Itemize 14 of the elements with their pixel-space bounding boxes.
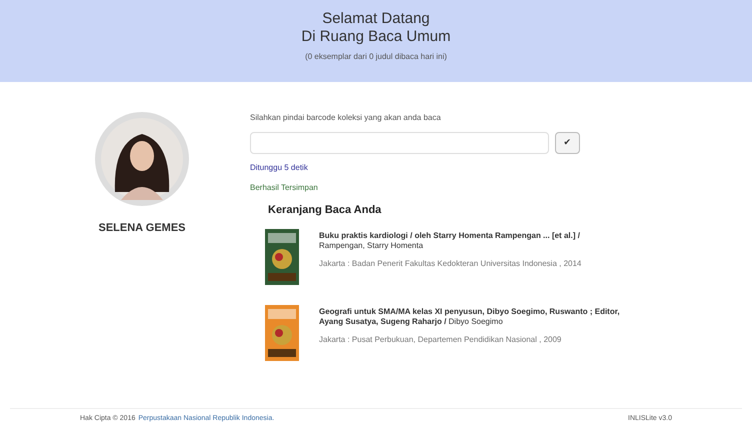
barcode-field[interactable] bbox=[250, 132, 549, 154]
saved-status: Berhasil Tersimpan bbox=[250, 182, 319, 194]
page-title: Di Ruang Baca Umum bbox=[301, 28, 451, 46]
reading-count: (0 eksemplar dari 0 judul dibaca hari ini) bbox=[305, 51, 447, 63]
book-publisher: Jakarta : Pusat Perbukuan, Departemen Pendidikan Nasional , 2009 bbox=[319, 334, 562, 346]
wait-notice: Ditunggu 5 detik bbox=[250, 162, 309, 174]
book-title: Buku praktis kardiologi / oleh Starry Homenta Rampengan ... [et al.] / Rampengan, Starry Homenta bbox=[319, 230, 581, 250]
page-title: Selamat Datang bbox=[322, 10, 430, 28]
book-title: Geografi untuk SMA/MA kelas XI penyusun, Dibyo Soegimo, Ruswanto ; Editor, Ayang Susatya, Sugeng Raharjo / Dibyo Soegimo bbox=[319, 306, 621, 326]
submit-button[interactable]: ✔ bbox=[554, 132, 580, 154]
book-publisher: Jakarta : Badan Penerit Fakultas Kedokteran Universitas Indonesia , 2014 bbox=[319, 258, 582, 270]
member-name: SELENA GEMES bbox=[98, 221, 186, 236]
scan-instruction: Silahkan pindai barcode koleksi yang akan anda baca bbox=[250, 112, 442, 124]
basket-title: Keranjang Baca Anda bbox=[268, 203, 382, 218]
